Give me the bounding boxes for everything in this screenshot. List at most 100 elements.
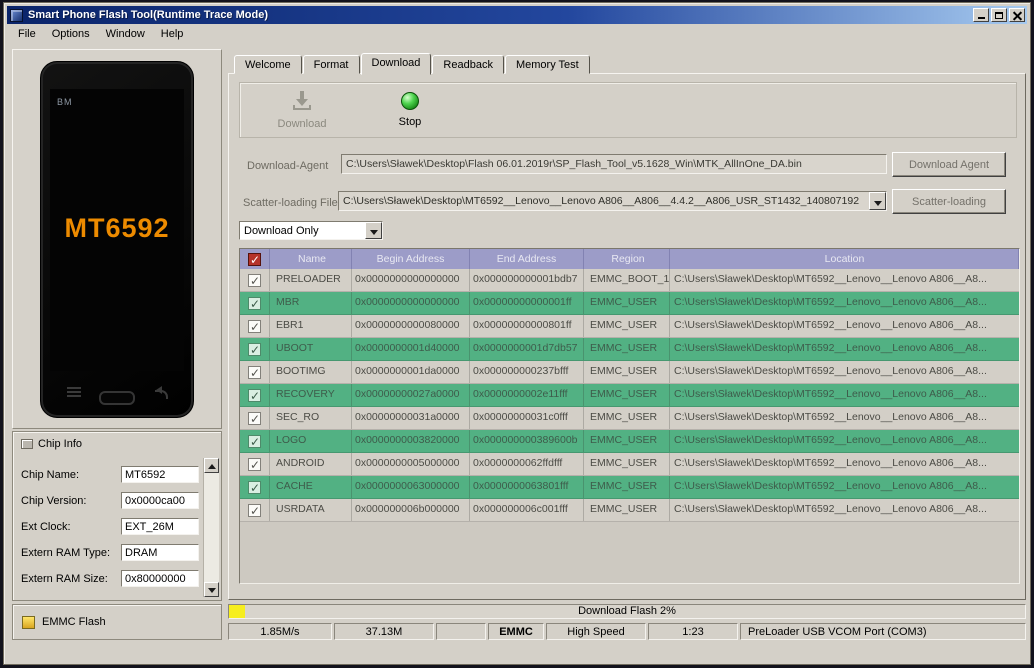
table-row[interactable]: SEC_RO 0x00000000031a0000 0x00000000031c… [240, 407, 1019, 430]
row-name: USRDATA [270, 499, 352, 521]
status-storage-type: EMMC [488, 623, 544, 640]
ram-size-field[interactable] [121, 570, 199, 587]
menu-window[interactable]: Window [98, 26, 153, 42]
header-location[interactable]: Location [670, 249, 1019, 269]
table-row[interactable]: EBR1 0x0000000000080000 0x00000000000801… [240, 315, 1019, 338]
tab-welcome[interactable]: Welcome [234, 55, 302, 74]
tab-download[interactable]: Download [360, 53, 432, 75]
emmc-flash-panel: EMMC Flash [12, 604, 222, 640]
download-agent-button[interactable]: Download Agent [892, 152, 1006, 177]
table-row[interactable]: UBOOT 0x0000000001d40000 0x0000000001d7d… [240, 338, 1019, 361]
download-agent-input[interactable] [341, 154, 887, 174]
row-end: 0x000000000389600b [470, 430, 584, 452]
maximize-button[interactable] [991, 8, 1007, 22]
close-button[interactable] [1009, 8, 1025, 22]
ram-type-field[interactable] [121, 544, 199, 561]
table-row[interactable]: ANDROID 0x0000000005000000 0x0000000062f… [240, 453, 1019, 476]
row-region: EMMC_USER [584, 499, 670, 521]
row-region: EMMC_USER [584, 453, 670, 475]
status-bar: 1.85M/s 37.13M EMMC High Speed 1:23 PreL… [228, 623, 1026, 640]
row-location: C:\Users\Sławek\Desktop\MT6592__Lenovo__… [674, 342, 987, 354]
table-row[interactable]: CACHE 0x0000000063000000 0x0000000063801… [240, 476, 1019, 499]
phone-graphic: BM MT6592 [40, 61, 194, 418]
table-row[interactable]: PRELOADER 0x0000000000000000 0x000000000… [240, 269, 1019, 292]
table-row[interactable]: USRDATA 0x000000006b000000 0x000000006c0… [240, 499, 1019, 522]
ext-clock-label: Ext Clock: [21, 520, 71, 533]
row-checkbox[interactable] [248, 294, 261, 314]
menu-options[interactable]: Options [44, 26, 98, 42]
header-name[interactable]: Name [270, 249, 352, 269]
ext-clock-field[interactable] [121, 518, 199, 535]
scatter-file-combobox[interactable]: C:\Users\Sławek\Desktop\MT6592__Lenovo__… [338, 191, 887, 211]
download-button-label: Download [277, 118, 327, 130]
chip-icon [21, 439, 33, 449]
table-row[interactable]: BOOTIMG 0x0000000001da0000 0x00000000023… [240, 361, 1019, 384]
download-progress-bar: Download Flash 2% [228, 604, 1026, 619]
maximize-icon [995, 11, 1003, 19]
row-checkbox[interactable] [248, 317, 261, 337]
row-checkbox[interactable] [248, 363, 261, 383]
row-checkbox[interactable] [248, 501, 261, 521]
scatter-file-value: C:\Users\Sławek\Desktop\MT6592__Lenovo__… [343, 195, 860, 207]
select-all-checkbox[interactable] [248, 250, 261, 269]
scatter-dropdown-arrow-icon[interactable] [869, 192, 886, 210]
partition-table: Name Begin Address End Address Region Lo… [239, 248, 1020, 584]
stop-button[interactable]: Stop [382, 90, 438, 128]
titlebar[interactable]: Smart Phone Flash Tool(Runtime Trace Mod… [7, 6, 1027, 24]
tab-memory-test[interactable]: Memory Test [504, 55, 590, 74]
menu-bar: File Options Window Help [7, 24, 1027, 43]
row-region: EMMC_USER [584, 315, 670, 337]
row-location: C:\Users\Sławek\Desktop\MT6592__Lenovo__… [674, 411, 987, 423]
chip-info-panel: Chip Info Chip Name: Chip Version: Ext C… [12, 431, 222, 601]
phone-menu-icon [67, 387, 81, 399]
row-end: 0x00000000000001ff [470, 292, 584, 314]
row-checkbox[interactable] [248, 271, 261, 291]
scroll-up-icon[interactable] [204, 458, 219, 473]
toolbar: Download Stop [239, 82, 1017, 138]
header-end-address[interactable]: End Address [470, 249, 584, 269]
row-checkbox[interactable] [248, 455, 261, 475]
row-begin: 0x000000006b000000 [352, 499, 470, 521]
chip-info-scrollbar[interactable] [203, 458, 219, 597]
row-checkbox[interactable] [248, 386, 261, 406]
download-agent-label: Download-Agent [247, 160, 329, 172]
chip-version-field[interactable] [121, 492, 199, 509]
scroll-down-icon[interactable] [204, 582, 219, 597]
chip-name-field[interactable] [121, 466, 199, 483]
row-begin: 0x0000000005000000 [352, 453, 470, 475]
row-checkbox[interactable] [248, 478, 261, 498]
header-begin-address[interactable]: Begin Address [352, 249, 470, 269]
scatter-loading-button-label: Scatter-loading [912, 195, 986, 208]
table-row[interactable]: RECOVERY 0x00000000027a0000 0x0000000002… [240, 384, 1019, 407]
download-mode-combobox[interactable]: Download Only [239, 221, 383, 240]
tab-readback[interactable]: Readback [432, 55, 504, 74]
progress-label: Download Flash 2% [578, 605, 676, 617]
emmc-flash-icon [22, 615, 35, 629]
row-checkbox[interactable] [248, 340, 261, 360]
row-end: 0x0000000001d7db57 [470, 338, 584, 360]
row-name: PRELOADER [270, 269, 352, 291]
minimize-icon [977, 17, 985, 19]
header-region[interactable]: Region [584, 249, 670, 269]
phone-chip-label: MT6592 [64, 213, 170, 244]
menu-help[interactable]: Help [153, 26, 192, 42]
row-name: RECOVERY [270, 384, 352, 406]
row-checkbox[interactable] [248, 432, 261, 452]
menu-file[interactable]: File [10, 26, 44, 42]
row-name: LOGO [270, 430, 352, 452]
stop-button-label: Stop [398, 116, 422, 128]
table-row[interactable]: MBR 0x0000000000000000 0x00000000000001f… [240, 292, 1019, 315]
row-checkbox[interactable] [248, 409, 261, 429]
minimize-button[interactable] [973, 8, 989, 22]
row-begin: 0x00000000027a0000 [352, 384, 470, 406]
table-row[interactable]: LOGO 0x0000000003820000 0x00000000038960… [240, 430, 1019, 453]
phone-preview-panel: BM MT6592 [12, 49, 222, 429]
row-name: MBR [270, 292, 352, 314]
scatter-loading-button[interactable]: Scatter-loading [892, 189, 1006, 214]
tab-format[interactable]: Format [302, 55, 360, 74]
download-button[interactable]: Download [262, 88, 342, 130]
phone-back-icon [155, 386, 168, 399]
chip-version-label: Chip Version: [21, 494, 87, 507]
phone-screen: BM MT6592 [50, 89, 184, 371]
mode-dropdown-arrow-icon[interactable] [365, 222, 382, 239]
